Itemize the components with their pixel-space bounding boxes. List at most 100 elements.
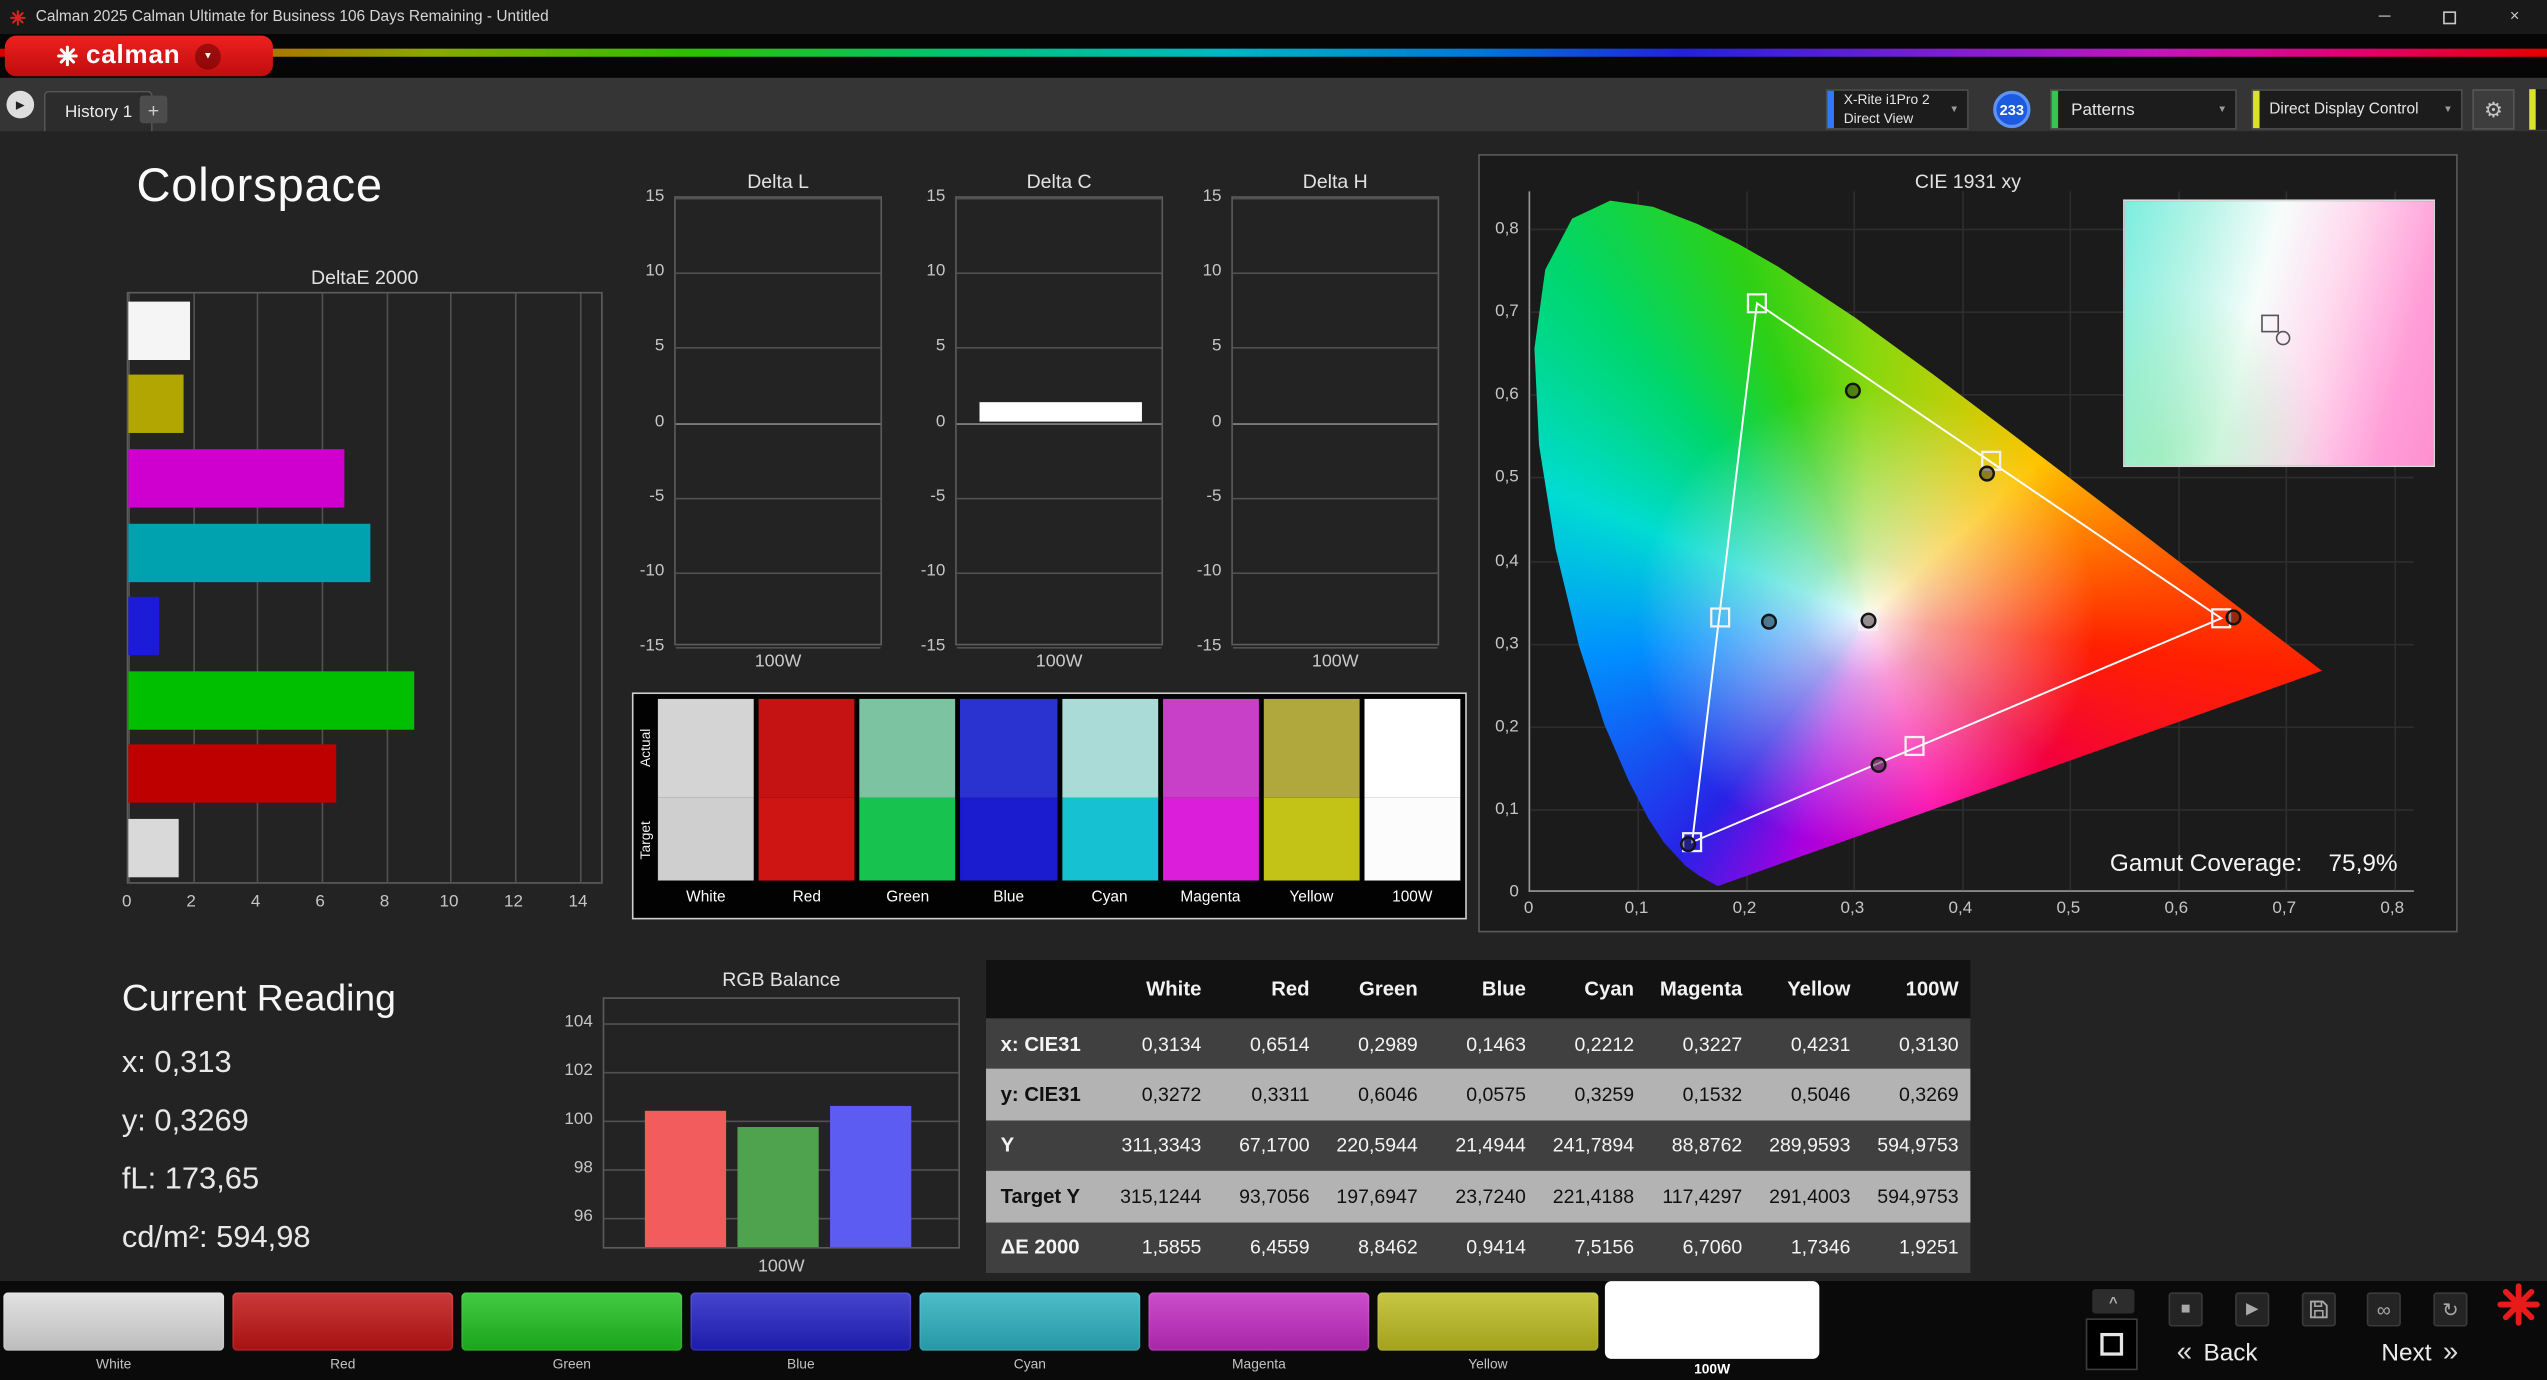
logo-menu-button[interactable]: ▼ — [195, 42, 222, 69]
refresh-icon: ↻ — [2442, 1298, 2459, 1321]
actual-swatch — [1162, 698, 1259, 798]
play-icon: ▶ — [2245, 1300, 2259, 1319]
close-button[interactable]: × — [2482, 0, 2547, 34]
patterns-dropdown[interactable]: Patterns ▼ — [2049, 89, 2237, 130]
pattern-window-icon — [2100, 1332, 2124, 1356]
axis-tick-label: 0,5 — [2056, 898, 2081, 918]
refresh-button[interactable]: ↻ — [2433, 1292, 2468, 1327]
table-cell: 0,5046 — [1790, 1083, 1851, 1107]
table-cell: 0,3130 — [1898, 1032, 1959, 1056]
table-cell: 6,4559 — [1249, 1236, 1310, 1259]
target-swatch — [859, 797, 956, 881]
gridline — [1232, 572, 1438, 574]
gridline — [1232, 422, 1438, 425]
delta-c-chart — [955, 196, 1164, 649]
white-point-inset — [2123, 199, 2435, 468]
delta-bar-100w — [979, 402, 1142, 423]
axis-tick-label: -5 — [930, 485, 946, 506]
bottom-control-bar: White Red Green Blue Cyan Magenta Yellow 100W ^… — [0, 1281, 2547, 1380]
target-swatch — [1061, 797, 1158, 881]
gridline — [386, 293, 388, 883]
settings-button[interactable]: ⚙ — [2472, 89, 2515, 130]
swatch-label: Yellow — [1468, 1355, 1508, 1372]
table-cell: 0,4231 — [1790, 1032, 1851, 1056]
clipped-control — [2529, 89, 2547, 130]
tab-history-1[interactable]: History 1 — [43, 90, 154, 132]
axis-tick-label: 0,8 — [2380, 898, 2405, 918]
axis-tick-label: 104 — [564, 1011, 593, 1032]
gridline — [1232, 197, 1438, 200]
axis-tick-label: 14 — [568, 891, 588, 912]
reading-x: x: 0,313 — [121, 1045, 232, 1080]
gridline — [956, 497, 1162, 499]
table-cell: 8,8462 — [1358, 1236, 1418, 1259]
play-button[interactable]: ▶ — [2235, 1292, 2270, 1327]
expand-panel-button[interactable]: ^ — [2092, 1289, 2135, 1314]
axis-tick-label: 6 — [315, 891, 325, 912]
target-swatch — [758, 797, 855, 881]
axis-tick-label: -10 — [1196, 560, 1222, 581]
stop-icon: ■ — [2180, 1300, 2191, 1319]
pattern-swatch-100w[interactable]: 100W — [1606, 1282, 1818, 1377]
next-button[interactable]: Next » — [2381, 1335, 2458, 1371]
axis-tick-label: 96 — [573, 1207, 593, 1227]
delta-c-x-label: 100W — [1035, 651, 1083, 672]
display-control-dropdown[interactable]: Direct Display Control ▼ — [2251, 89, 2463, 130]
gamut-coverage-value: 75,9% — [2328, 849, 2398, 878]
axis-tick-label: -15 — [1196, 635, 1222, 656]
link-icon: ∞ — [2376, 1298, 2391, 1321]
swatch-label: 100W — [1392, 887, 1433, 906]
minimize-button[interactable]: ─ — [2352, 0, 2417, 34]
minimize-icon: ─ — [2378, 8, 2391, 26]
axis-tick-label: 102 — [564, 1060, 593, 1081]
pattern-swatch-magenta[interactable]: Magenta — [1148, 1289, 1370, 1377]
pattern-swatch-yellow[interactable]: Yellow — [1377, 1289, 1599, 1377]
axis-tick-label: 0,5 — [1495, 467, 1519, 488]
target-row-label: Target — [636, 820, 654, 860]
axis-tick-label: -10 — [920, 560, 946, 581]
back-button[interactable]: « Back — [2177, 1335, 2258, 1371]
patterns-label: Patterns — [2071, 99, 2135, 120]
swatch-label: White — [686, 887, 726, 906]
axis-tick-label: -5 — [649, 485, 665, 506]
gamut-coverage-readout: Gamut Coverage: 75,9% — [2110, 850, 2398, 878]
calman-logo-menu[interactable]: calman ▼ — [4, 35, 273, 77]
swatch-column-magenta: Magenta — [1162, 698, 1259, 913]
meter-count-badge: 233 — [1993, 90, 2031, 129]
pattern-swatch-blue[interactable]: Blue — [690, 1289, 912, 1377]
table-row: y: CIE31 0,3272 0,3311 0,6046 0,0575 0,3259 0,… — [986, 1069, 1971, 1121]
swatch-color — [690, 1292, 912, 1351]
pattern-window-button[interactable] — [2085, 1318, 2138, 1371]
page-title: Colorspace — [136, 160, 383, 213]
table-cell: 594,9753 — [1877, 1134, 1959, 1157]
add-tab-button[interactable]: + — [139, 95, 168, 124]
calman-logo-text: calman — [85, 41, 181, 69]
stop-button[interactable]: ■ — [2168, 1292, 2203, 1327]
meter-dropdown[interactable]: X-Rite i1Pro 2 Direct View ▼ — [1825, 89, 1969, 130]
swatch-label: Green — [552, 1355, 591, 1372]
rgb-balance-chart — [602, 997, 961, 1249]
column-header: Green — [1359, 977, 1418, 1001]
target-swatch — [1364, 797, 1461, 881]
deltae-x-axis: 0 2 4 6 8 10 12 14 — [0, 892, 731, 915]
row-label: x: CIE31 — [1000, 1032, 1081, 1056]
axis-tick-label: 5 — [935, 336, 946, 356]
pattern-swatch-green[interactable]: Green — [461, 1289, 683, 1377]
actual-swatch — [859, 698, 956, 798]
deltae-2000-chart — [126, 291, 603, 884]
maximize-button[interactable] — [2417, 0, 2482, 34]
pattern-swatch-cyan[interactable]: Cyan — [919, 1289, 1141, 1377]
pattern-swatch-red[interactable]: Red — [232, 1289, 454, 1377]
gridline — [675, 197, 881, 200]
history-expander-button[interactable]: ▶ — [6, 90, 35, 119]
pattern-swatch-white[interactable]: White — [3, 1289, 225, 1377]
column-header: Red — [1271, 977, 1310, 1001]
swatch-label: Green — [886, 887, 930, 906]
meter-mode: Direct View — [1843, 109, 1914, 126]
cie-1931-panel: CIE 1931 xy 0 0,1 0,2 0,3 0,4 0,5 0,6 0,7 0,8 00… — [1478, 154, 2458, 933]
table-row: Y 311,3343 67,1700 220,5944 21,4944 241,7894 8… — [986, 1120, 1971, 1172]
continuous-read-button[interactable]: ∞ — [2366, 1292, 2401, 1327]
table-cell: 241,7894 — [1552, 1134, 1635, 1157]
save-button[interactable] — [2301, 1292, 2336, 1327]
measured-point-marker — [1680, 836, 1697, 853]
